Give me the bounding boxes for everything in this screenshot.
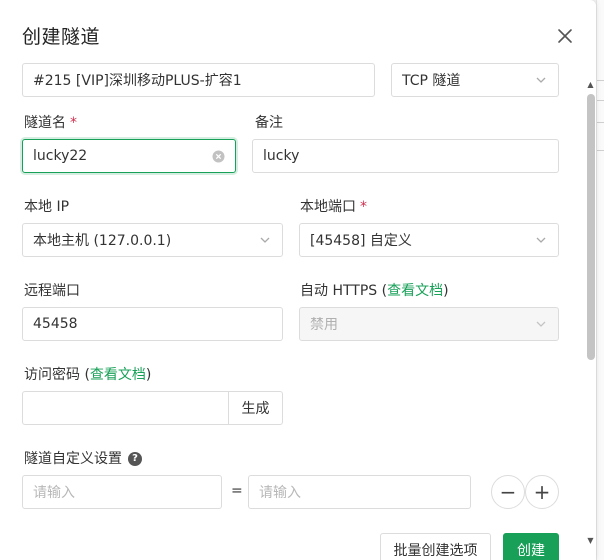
node-select-value: #215 [VIP]深圳移动PLUS-扩容1 <box>33 73 242 89</box>
tunnel-type-value: TCP 隧道 <box>402 73 461 89</box>
auto-https-doc-link[interactable]: 查看文档 <box>387 283 443 299</box>
auto-https-value: 禁用 <box>310 317 338 333</box>
access-password-input[interactable] <box>22 391 229 425</box>
chevron-down-icon <box>536 237 546 243</box>
local-port-select[interactable]: [45458] 自定义 <box>299 223 559 257</box>
local-port-label: 本地端口 * <box>300 196 367 216</box>
access-password-doc-link[interactable]: 查看文档 <box>90 367 146 383</box>
batch-create-options-button[interactable]: 批量创建选项 <box>380 533 491 560</box>
local-ip-select[interactable]: 本地主机 (127.0.0.1) <box>22 223 283 257</box>
tunnel-name-label-text: 隧道名 <box>24 115 66 131</box>
clear-icon[interactable] <box>212 150 225 163</box>
scrollbar[interactable]: ▲ ▼ <box>585 78 596 548</box>
custom-settings-label: 隧道自定义设置? <box>24 448 142 468</box>
auto-https-label-text: 自动 HTTPS <box>300 283 378 299</box>
required-mark: * <box>360 199 367 215</box>
close-icon <box>558 29 572 43</box>
background-mark <box>597 100 604 101</box>
custom-value-input[interactable]: 请输入 <box>248 475 471 509</box>
local-port-value: [45458] 自定义 <box>310 233 412 249</box>
remark-label: 备注 <box>255 115 283 131</box>
background-mark <box>597 150 604 151</box>
remark-input[interactable]: lucky <box>252 139 559 173</box>
custom-settings-label-text: 隧道自定义设置 <box>24 451 122 467</box>
background-app-edge <box>596 0 604 560</box>
custom-value-placeholder: 请输入 <box>259 485 301 501</box>
chevron-down-icon <box>536 77 546 83</box>
tunnel-name-input[interactable]: lucky22 <box>22 139 236 173</box>
paren: ) <box>443 283 449 299</box>
remote-port-label: 远程端口 <box>24 283 80 299</box>
custom-key-placeholder: 请输入 <box>33 485 75 501</box>
local-ip-value: 本地主机 (127.0.0.1) <box>33 233 172 249</box>
chevron-down-icon <box>260 237 270 243</box>
close-button[interactable] <box>553 24 577 48</box>
scroll-down-arrow-icon[interactable]: ▼ <box>585 536 596 546</box>
equals-sign: = <box>231 483 243 499</box>
remote-port-input[interactable]: 45458 <box>22 307 283 341</box>
tunnel-name-label: 隧道名 * <box>24 112 77 132</box>
tunnel-name-value: lucky22 <box>33 148 88 164</box>
create-tunnel-dialog: 创建隧道 #215 [VIP]深圳移动PLUS-扩容1 TCP 隧道 隧道名 * … <box>0 0 596 560</box>
node-select[interactable]: #215 [VIP]深圳移动PLUS-扩容1 <box>22 63 375 97</box>
access-password-label: 访问密码 (查看文档) <box>24 364 151 384</box>
help-icon[interactable]: ? <box>128 452 142 466</box>
generate-password-button[interactable]: 生成 <box>228 391 283 425</box>
paren: ) <box>145 367 152 383</box>
remove-setting-button[interactable]: − <box>491 475 525 509</box>
add-setting-button[interactable]: + <box>525 475 559 509</box>
create-button[interactable]: 创建 <box>503 533 559 560</box>
scroll-up-arrow-icon[interactable]: ▲ <box>585 80 596 90</box>
remote-port-value: 45458 <box>33 316 78 332</box>
chevron-down-icon <box>536 321 546 327</box>
minus-icon: − <box>499 480 517 504</box>
local-port-label-text: 本地端口 <box>300 199 356 215</box>
dialog-title: 创建隧道 <box>22 26 101 48</box>
auto-https-label: 自动 HTTPS (查看文档) <box>300 280 449 300</box>
tunnel-type-select[interactable]: TCP 隧道 <box>391 63 559 97</box>
background-mark <box>597 122 604 123</box>
auto-https-select[interactable]: 禁用 <box>299 307 559 341</box>
custom-key-input[interactable]: 请输入 <box>22 475 222 509</box>
access-password-label-text: 访问密码 <box>24 367 80 383</box>
local-ip-label: 本地 IP <box>24 199 70 215</box>
plus-icon: + <box>533 480 551 504</box>
background-mark <box>597 80 604 81</box>
required-mark: * <box>70 115 77 131</box>
remark-value: lucky <box>263 148 300 164</box>
scroll-thumb[interactable] <box>587 94 595 360</box>
